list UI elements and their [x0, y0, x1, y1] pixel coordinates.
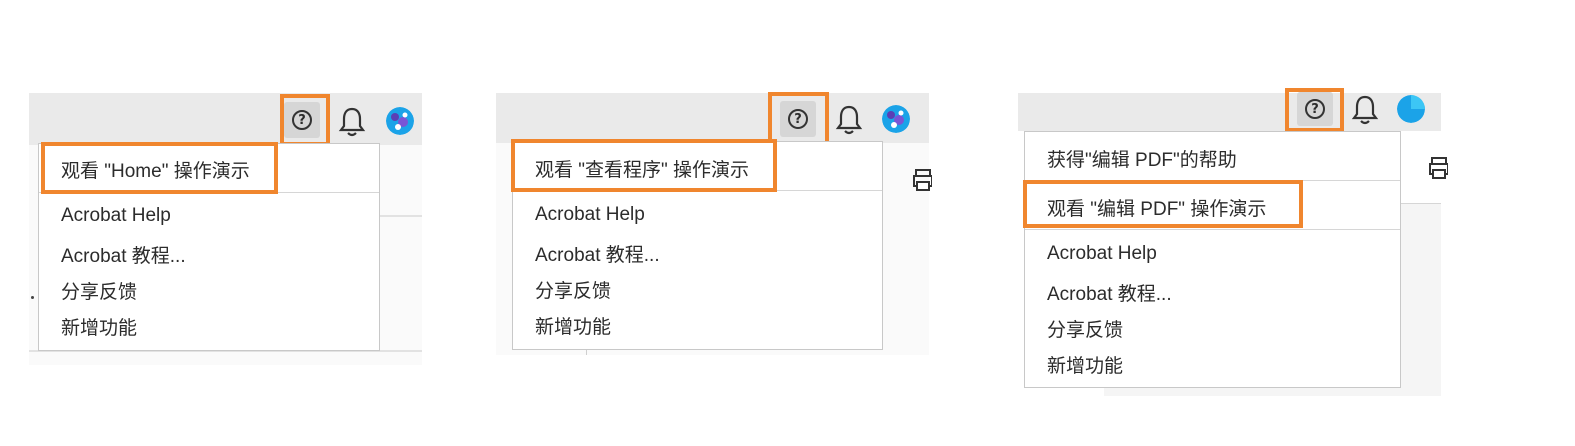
menu-item-whats-new[interactable]: 新增功能 [1047, 351, 1123, 378]
menu-item-feedback[interactable]: 分享反馈 [61, 277, 137, 304]
menu-item-acrobat-help[interactable]: Acrobat Help [61, 205, 171, 227]
menu-item-tutorials[interactable]: Acrobat 教程... [535, 240, 660, 267]
menu-item-whats-new[interactable]: 新增功能 [535, 312, 611, 339]
menu-separator [1025, 229, 1400, 230]
avatar[interactable] [882, 105, 910, 133]
menu-item-acrobat-help[interactable]: Acrobat Help [535, 204, 645, 226]
dot [31, 296, 34, 299]
bell-icon[interactable] [1351, 94, 1379, 126]
menu-item-feedback[interactable]: 分享反馈 [535, 276, 611, 303]
avatar[interactable] [1397, 95, 1425, 123]
menu-item-highlight [41, 142, 278, 194]
toolbar [496, 93, 929, 143]
menu-item-acrobat-help[interactable]: Acrobat Help [1047, 243, 1157, 265]
avatar[interactable] [386, 107, 414, 135]
menu-item-tutorials[interactable]: Acrobat 教程... [61, 241, 186, 268]
bell-icon[interactable] [338, 106, 366, 138]
menu-item-highlight [511, 139, 777, 192]
divider [380, 215, 422, 217]
help-button-highlight [1285, 88, 1344, 132]
help-button-highlight [280, 94, 330, 146]
menu-item-feedback[interactable]: 分享反馈 [1047, 315, 1123, 342]
divider [1400, 203, 1441, 204]
menu-item-highlight [1023, 180, 1303, 228]
print-icon[interactable] [1428, 156, 1448, 180]
menu-item-get-help[interactable]: 获得"编辑 PDF"的帮助 [1047, 145, 1237, 172]
menu-item-tutorials[interactable]: Acrobat 教程... [1047, 279, 1172, 306]
menu-item-whats-new[interactable]: 新增功能 [61, 313, 137, 340]
help-button-highlight [768, 92, 829, 146]
print-icon[interactable] [912, 168, 932, 192]
bell-icon[interactable] [835, 104, 863, 136]
